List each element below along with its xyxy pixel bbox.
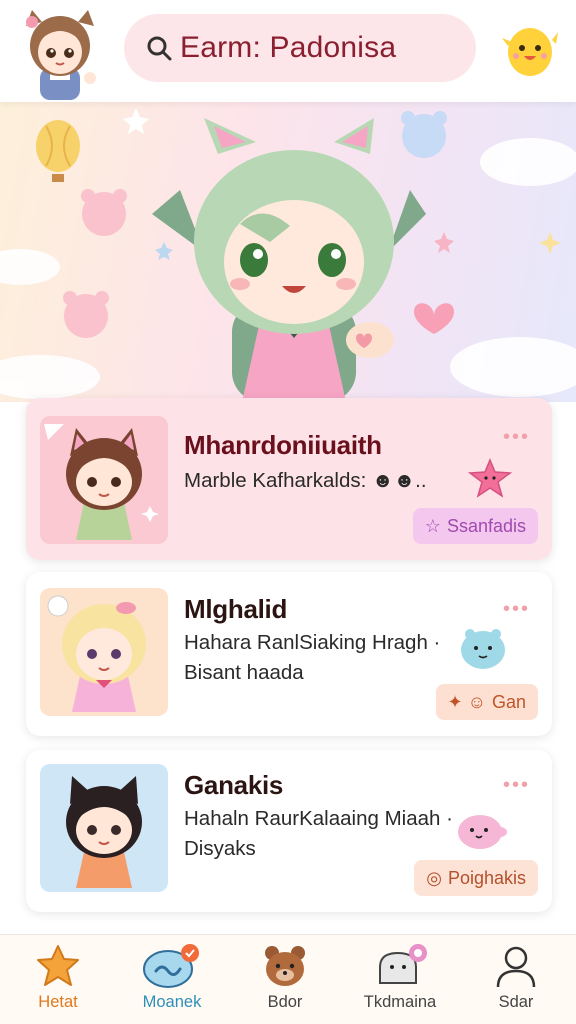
nav-item-messages[interactable]: Moanek — [122, 943, 222, 1023]
nav-label: Tkdmaina — [363, 993, 437, 1011]
bottom-navigation: Hetat Moanek Bdor Tkdmaina Sdar — [0, 934, 576, 1024]
sparkle-icon: ✦ ☺ — [447, 691, 486, 712]
more-options-button[interactable]: ••• — [503, 774, 530, 797]
character-card-1[interactable]: Mhanrdoniiuaith Marble Kafharkalds: ☻☻..… — [26, 398, 552, 560]
mascot-button[interactable] — [500, 18, 560, 80]
card-description: Marble Kafharkalds: ☻☻.. — [184, 469, 427, 492]
hero-banner — [0, 102, 576, 402]
tag-badge[interactable]: ◎ Poighakis — [414, 860, 538, 896]
nav-label: Hetat — [38, 993, 78, 1011]
search-input-text[interactable]: Earm: Padonisa — [180, 31, 396, 65]
more-options-button[interactable]: ••• — [503, 426, 530, 449]
search-bar[interactable]: Earm: Padonisa — [124, 14, 476, 82]
tag-label: Ssanfadis — [446, 515, 526, 536]
chibi-girl-avatar-icon — [26, 10, 96, 100]
tag-badge[interactable]: ✦ ☺ Gan — [435, 684, 538, 720]
cat-girl-illustration — [152, 118, 426, 402]
nav-label: Bdor — [267, 993, 303, 1011]
profile-icon — [496, 946, 536, 988]
card-thumbnail — [40, 588, 168, 716]
pink-star-sticker-icon — [466, 458, 513, 503]
circle-icon: ◎ — [426, 867, 442, 888]
card-title: Mhanrdoniiuaith — [184, 430, 382, 460]
star-outline-icon: ☆ — [424, 515, 441, 536]
tag-label: Poighakis — [447, 867, 526, 888]
blonde-girl-icon — [47, 595, 146, 712]
card-title: Mlghalid — [184, 594, 288, 624]
card-description-line-1: Hahaln RaurKalaaing Miaah · — [184, 807, 453, 830]
tag-label: Gan — [491, 691, 526, 712]
user-avatar[interactable] — [20, 6, 100, 100]
card-thumbnail — [40, 416, 168, 544]
star-icon — [37, 945, 79, 986]
pink-blob-sticker-icon — [456, 808, 508, 857]
nav-label: Sdar — [498, 993, 534, 1011]
ghost-icon — [379, 944, 427, 984]
nav-item-bear[interactable]: Bdor — [235, 943, 335, 1023]
blue-blob-sticker-icon — [458, 626, 508, 677]
nav-item-profile[interactable]: Sdar — [466, 943, 566, 1023]
card-thumbnail — [40, 764, 168, 892]
more-options-button[interactable]: ••• — [503, 598, 530, 621]
card-title: Ganakis — [184, 770, 284, 800]
hero-illustration — [0, 108, 576, 402]
card-description-line-2: Disyaks — [184, 837, 256, 860]
card-description-line-1: Hahara RanlSiaking Hragh · — [184, 631, 441, 654]
nav-item-home[interactable]: Hetat — [8, 943, 108, 1023]
yellow-chick-icon — [502, 28, 558, 76]
black-haired-cat-girl-icon — [66, 776, 142, 888]
bear-icon — [265, 946, 305, 986]
card-description-line-2: Bisant haada — [184, 661, 304, 684]
app-header: Earm: Padonisa — [0, 0, 576, 102]
character-card-2[interactable]: Mlghalid Hahara RanlSiaking Hragh · Bisa… — [26, 572, 552, 736]
character-card-3[interactable]: Ganakis Hahaln RaurKalaaing Miaah · Disy… — [26, 750, 552, 912]
tag-badge[interactable]: ☆ Ssanfadis — [412, 508, 538, 544]
nav-item-tkdmaina[interactable]: Tkdmaina — [350, 943, 450, 1023]
search-icon — [147, 36, 172, 61]
brown-haired-cat-girl-icon — [44, 424, 159, 540]
nav-label: Moanek — [142, 993, 202, 1011]
hot-air-balloon-icon — [36, 120, 80, 182]
chat-bubble-icon — [143, 944, 199, 988]
